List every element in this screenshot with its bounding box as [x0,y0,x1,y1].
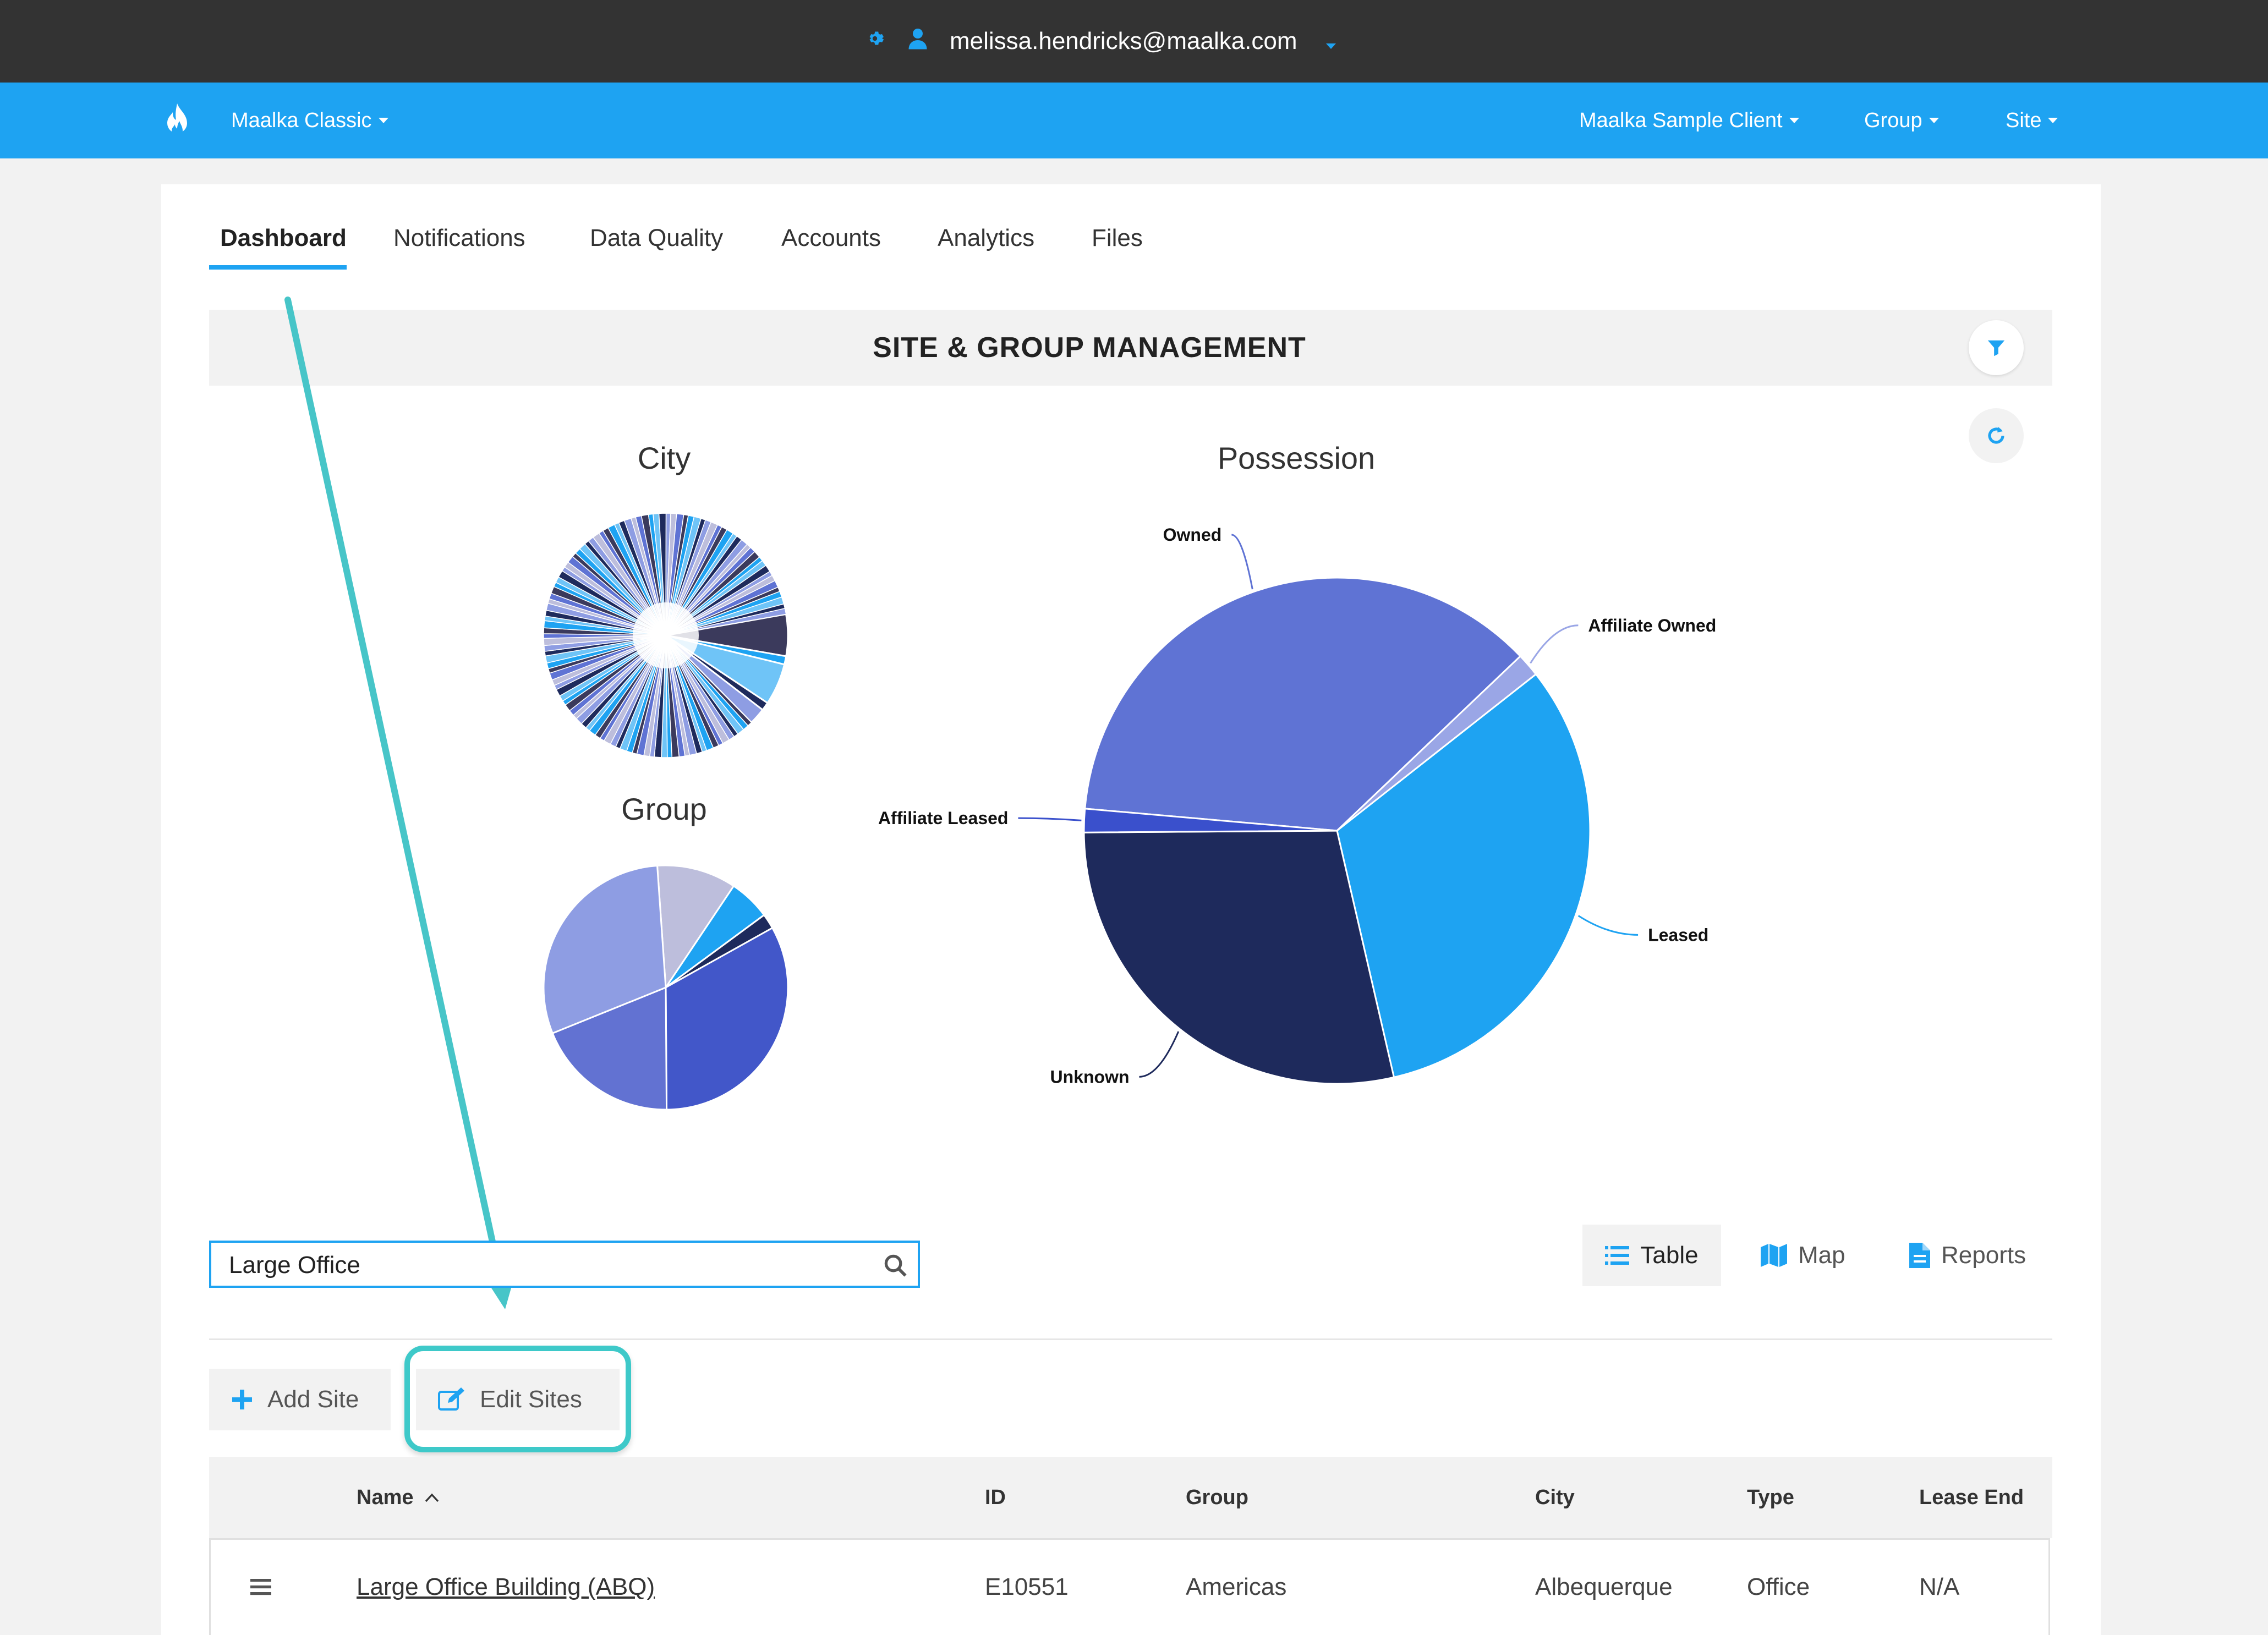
column-header-city[interactable]: City [1535,1457,1575,1538]
map-icon [1761,1244,1787,1267]
user-email[interactable]: melissa.hendricks@maalka.com [950,28,1297,55]
tab-notifications[interactable]: Notifications [393,224,525,252]
section-title: SITE & GROUP MANAGEMENT [873,332,1306,364]
caret-down-icon[interactable] [1319,28,1336,55]
caret-down-icon [2048,118,2058,123]
site-menu[interactable]: Site [2006,83,2058,158]
gear-icon[interactable] [864,28,886,56]
possession-label-connector [1018,817,1082,821]
user-menu[interactable]: melissa.hendricks@maalka.com [864,0,1336,83]
refresh-button[interactable] [1969,408,2024,463]
group-pie-chart [543,864,789,1111]
search-input[interactable] [228,1248,863,1282]
reports-view-button[interactable]: Reports [1909,1225,2026,1286]
possession-label-connector [1530,624,1579,664]
city-chart-title: City [637,441,691,475]
search-field[interactable] [209,1241,920,1288]
possession-label-connector [1139,1031,1180,1078]
table-view-button[interactable]: Table [1582,1225,1721,1286]
client-menu[interactable]: Maalka Sample Client [1579,83,1799,158]
tab-analytics[interactable]: Analytics [938,224,1034,252]
column-header-type[interactable]: Type [1747,1457,1794,1538]
search-icon[interactable] [884,1254,908,1278]
add-site-button[interactable]: Add Site [209,1369,391,1430]
reports-view-label: Reports [1941,1242,2026,1269]
client-label: Maalka Sample Client [1579,108,1783,132]
possession-slice-label: Affiliate Owned [1588,616,1716,635]
document-icon [1909,1243,1930,1268]
add-site-label: Add Site [267,1386,359,1413]
filter-icon [1987,340,2005,356]
possession-slice-label: Leased [1648,925,1708,945]
site-city-cell: Albequerque [1535,1573,1673,1600]
refresh-icon [1988,427,2004,444]
caret-down-icon [1929,118,1939,123]
list-icon [1605,1246,1630,1265]
possession-label-connector [1577,915,1639,936]
sort-ascending-icon [425,1493,439,1502]
group-label: Group [1864,108,1922,132]
site-lease-end-cell: N/A [1919,1573,1960,1600]
possession-slice-label: Affiliate Leased [878,808,1009,828]
brand-menu[interactable]: Maalka Classic [231,83,388,158]
active-tab-indicator [209,265,347,270]
brand-label: Maalka Classic [231,108,372,132]
map-view-button[interactable]: Map [1761,1225,1845,1286]
flame-logo-icon[interactable] [165,83,189,158]
filter-button[interactable] [1969,320,2024,375]
table-view-label: Table [1640,1242,1699,1269]
site-group-cell: Americas [1186,1573,1287,1600]
site-label: Site [2006,108,2042,132]
column-header-group[interactable]: Group [1186,1457,1248,1538]
column-header-lease-end[interactable]: Lease End [1919,1457,2024,1538]
tab-dashboard[interactable]: Dashboard [220,224,347,252]
possession-slice-label: Unknown [1050,1067,1130,1087]
group-menu[interactable]: Group [1864,83,1939,158]
possession-label-connector [1231,534,1253,590]
nav-bar: Maalka Classic Maalka Sample Client Grou… [0,83,2268,158]
top-bar: melissa.hendricks@maalka.com [0,0,2268,83]
site-id-cell: E10551 [985,1573,1069,1600]
site-name-link[interactable]: Large Office Building (ABQ) [357,1540,655,1634]
plus-icon [232,1390,252,1409]
tab-files[interactable]: Files [1092,224,1143,252]
possession-chart-title: Possession [1217,441,1376,475]
row-menu-icon[interactable] [250,1540,271,1634]
divider [209,1338,2052,1340]
possession-pie-chart: Owned Affiliate Owned Leased Unknown Affilia… [878,525,1716,1087]
site-type-cell: Office [1747,1573,1810,1600]
highlight-box [404,1346,631,1452]
column-name-label: Name [357,1485,414,1509]
city-pie-center [633,602,699,668]
tab-accounts[interactable]: Accounts [781,224,881,252]
tab-data-quality[interactable]: Data Quality [590,224,723,252]
caret-down-icon [378,118,388,123]
user-icon [908,28,928,56]
caret-down-icon [1789,118,1799,123]
city-pie-chart [543,513,789,758]
possession-slice-label: Owned [1163,525,1222,545]
column-header-id[interactable]: ID [985,1457,1006,1538]
map-view-label: Map [1798,1242,1845,1269]
group-chart-title: Group [621,792,707,826]
column-header-name[interactable]: Name [357,1457,439,1538]
